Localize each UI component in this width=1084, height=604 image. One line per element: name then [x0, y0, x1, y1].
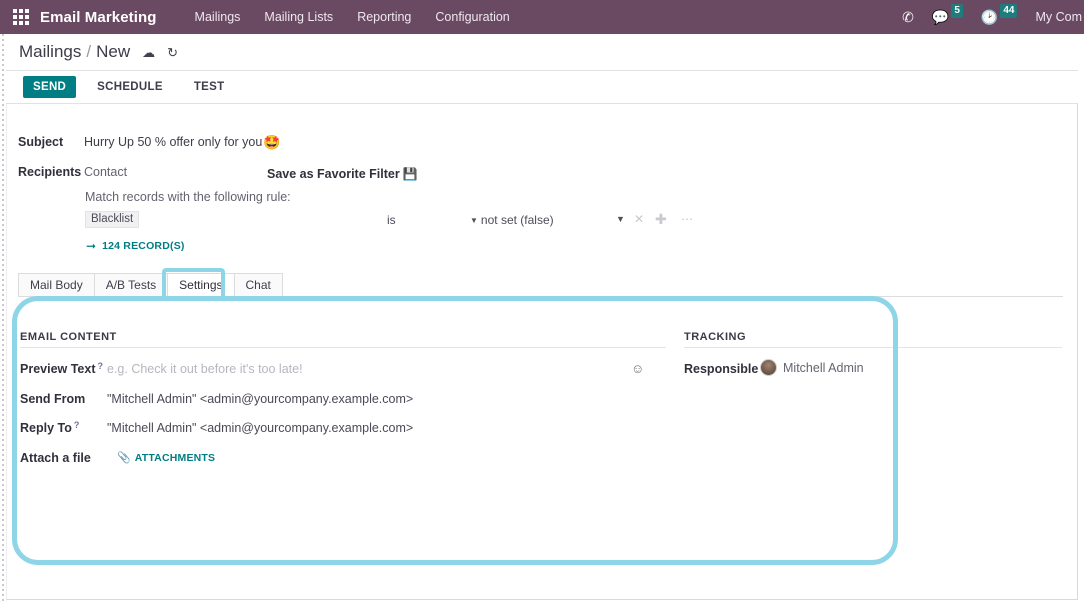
- tab-chat[interactable]: Chat: [233, 273, 283, 296]
- reply-to-input[interactable]: "Mitchell Admin" <admin@yourcompany.exam…: [107, 421, 413, 435]
- app-title[interactable]: Email Marketing: [40, 9, 157, 26]
- test-button[interactable]: TEST: [184, 76, 235, 98]
- help-tooltip-icon[interactable]: ?: [98, 361, 104, 371]
- remove-node-icon[interactable]: ✕: [634, 212, 644, 226]
- telephone-button[interactable]: ✆: [902, 10, 914, 24]
- breadcrumb: Mailings / New ☁ ↻: [19, 42, 178, 62]
- attachments-label: ATTACHMENTS: [134, 451, 216, 464]
- tracking-group-title: TRACKING: [684, 331, 747, 343]
- smiley-face-icon[interactable]: ☺: [631, 361, 644, 376]
- responsible-label: Responsible: [684, 362, 759, 376]
- rule-field-select[interactable]: Blacklist: [85, 211, 140, 228]
- preview-text-label-text: Preview Text: [20, 362, 96, 376]
- responsible-input[interactable]: Mitchell Admin: [760, 359, 864, 376]
- email-content-group-title: EMAIL CONTENT: [20, 331, 117, 343]
- control-panel: Mailings / New ☁ ↻: [6, 34, 1078, 71]
- user-menu[interactable]: My Com: [1035, 10, 1082, 24]
- floppy-disk-icon: 💾: [402, 167, 418, 181]
- apps-grid-icon[interactable]: [13, 9, 29, 25]
- subject-input[interactable]: Hurry Up 50 % offer only for you: [84, 135, 262, 149]
- attach-a-file-label: Attach a file: [20, 451, 91, 465]
- tab-ab-tests[interactable]: A/B Tests: [93, 273, 169, 296]
- activities-count-badge: 44: [1000, 4, 1018, 18]
- form-sheet: [6, 104, 1078, 600]
- tracking-divider: [684, 347, 1062, 348]
- rule-value-dropdown-icon[interactable]: ▼: [616, 214, 625, 224]
- responsible-name: Mitchell Admin: [783, 360, 864, 375]
- menu-item-reporting[interactable]: Reporting: [345, 4, 423, 30]
- avatar: [760, 359, 777, 376]
- reply-to-label: Reply To?: [20, 420, 80, 435]
- menu-item-mailings[interactable]: Mailings: [183, 4, 253, 30]
- activities-button[interactable]: 🕑 44: [980, 4, 1018, 25]
- records-count-link[interactable]: ➞ 124 RECORD(S): [86, 239, 185, 253]
- navbar-menu: Mailings Mailing Lists Reporting Configu…: [183, 4, 522, 30]
- rule-value-text: not set (false): [480, 213, 554, 227]
- recipients-row: Recipients Contact: [18, 165, 127, 179]
- breadcrumb-parent[interactable]: Mailings: [19, 42, 81, 62]
- breadcrumb-separator: /: [86, 42, 92, 61]
- preview-text-input[interactable]: e.g. Check it out before it's too late!: [107, 362, 303, 376]
- navbar-right-tools: ✆ 💬 5 🕑 44 My Com: [902, 4, 1084, 25]
- filter-rule-row: Blacklist is ▼ not set (false) ▼ ✕ ✚ ⋯: [85, 211, 705, 230]
- star-struck-emoji-icon: 🤩: [263, 134, 281, 150]
- statusbar: SEND SCHEDULE TEST: [6, 71, 1078, 104]
- paperclip-icon: 📎: [117, 452, 131, 464]
- clock-icon: 🕑: [980, 9, 999, 25]
- more-options-icon[interactable]: ⋯: [681, 212, 694, 226]
- send-button[interactable]: SEND: [23, 76, 77, 98]
- rule-operator-select[interactable]: is: [387, 213, 396, 227]
- recipients-label: Recipients: [18, 165, 82, 179]
- menu-item-configuration[interactable]: Configuration: [423, 4, 521, 30]
- tab-mail-body[interactable]: Mail Body: [18, 273, 95, 296]
- tab-settings[interactable]: Settings: [167, 273, 235, 296]
- telephone-icon: ✆: [902, 9, 914, 25]
- chevron-down-icon: ▼: [470, 215, 478, 225]
- top-navbar: Email Marketing Mailings Mailing Lists R…: [0, 0, 1084, 34]
- help-tooltip-icon[interactable]: ?: [74, 420, 80, 430]
- left-gutter-edge: [2, 34, 4, 604]
- messages-count-badge: 5: [951, 4, 963, 18]
- menu-item-mailing-lists[interactable]: Mailing Lists: [252, 4, 345, 30]
- email-content-divider: [20, 347, 666, 348]
- reply-to-label-text: Reply To: [20, 421, 72, 435]
- chat-bubble-icon: 💬: [931, 9, 950, 25]
- preview-text-label: Preview Text?: [20, 361, 104, 376]
- subject-row: Subject Hurry Up 50 % offer only for you…: [18, 133, 281, 150]
- records-count-label: 124 RECORD(S): [102, 240, 185, 252]
- arrow-right-icon: ➞: [86, 239, 97, 253]
- rule-value-select[interactable]: ▼ not set (false): [470, 213, 554, 227]
- attachments-button[interactable]: 📎 ATTACHMENTS: [117, 451, 216, 465]
- schedule-button[interactable]: SCHEDULE: [87, 76, 173, 98]
- recipients-model-value[interactable]: Contact: [84, 165, 127, 179]
- send-from-label: Send From: [20, 392, 86, 406]
- save-filter-label: Save as Favorite Filter: [267, 167, 400, 181]
- add-node-icon[interactable]: ✚: [655, 211, 667, 228]
- cloud-upload-icon[interactable]: ☁: [142, 45, 155, 61]
- send-from-input[interactable]: "Mitchell Admin" <admin@yourcompany.exam…: [107, 392, 413, 406]
- match-rule-text: Match records with the following rule:: [85, 190, 291, 204]
- messages-button[interactable]: 💬 5: [931, 4, 963, 25]
- undo-icon[interactable]: ↻: [167, 45, 178, 61]
- notebook-tabs: Mail Body A/B Tests Settings Chat: [18, 273, 1063, 297]
- save-as-favorite-filter-button[interactable]: Save as Favorite Filter 💾: [267, 167, 418, 181]
- breadcrumb-current: New: [96, 42, 131, 61]
- subject-label: Subject: [18, 135, 64, 149]
